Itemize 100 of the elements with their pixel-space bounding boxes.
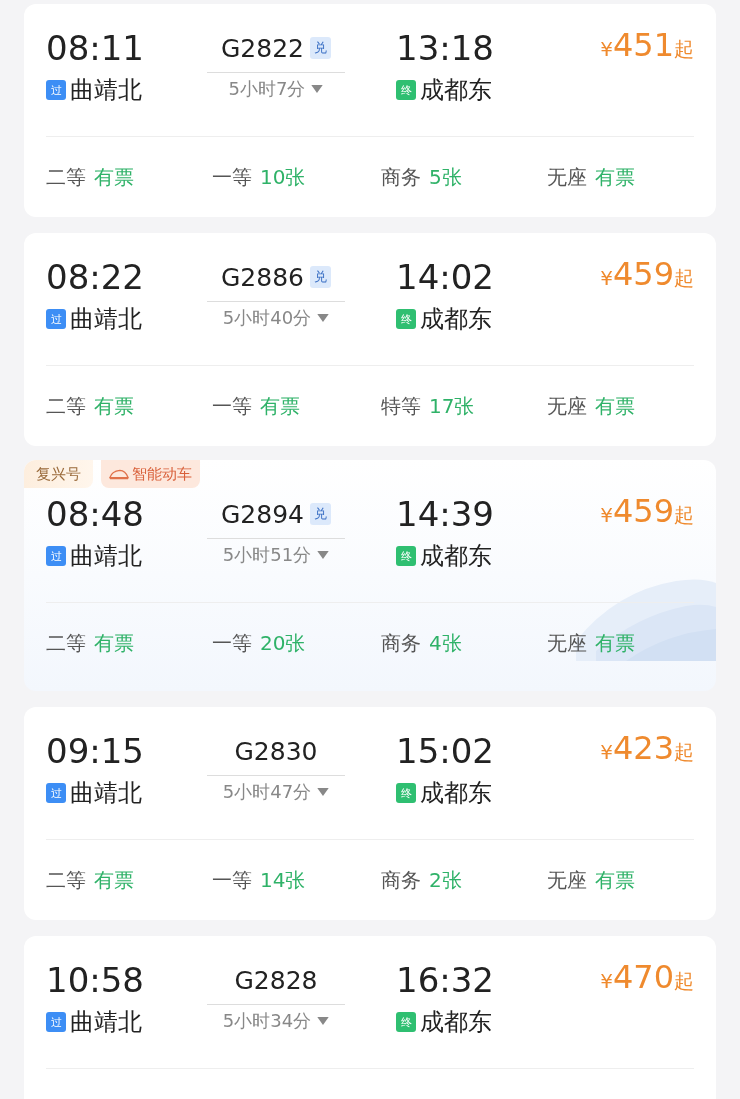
- departure-station: 曲靖北: [70, 75, 142, 106]
- seat-availability: 有票: [595, 163, 635, 191]
- price: 423: [612, 729, 674, 767]
- currency-symbol: ¥: [600, 503, 613, 527]
- arrival-time: 16:32: [396, 959, 495, 1002]
- arrival-station: 成都东: [420, 778, 492, 809]
- price-suffix: 起: [674, 36, 694, 63]
- seat-availability: 14张: [260, 866, 306, 894]
- departure-station: 曲靖北: [70, 304, 142, 335]
- duration-toggle[interactable]: 5小时40分: [222, 306, 330, 330]
- departure-time: 08:11: [46, 27, 145, 70]
- price: 470: [612, 958, 674, 996]
- train-number: G2822: [221, 33, 304, 63]
- seat-class: 商务: [381, 163, 421, 191]
- station-tag: 过: [46, 80, 66, 100]
- arrival-time: 14:02: [396, 256, 495, 299]
- seat-availability: 有票: [94, 629, 134, 657]
- exchange-badge: 兑: [310, 37, 331, 59]
- seat-class: 特等: [381, 392, 421, 420]
- train-card[interactable]: 10:58 过 曲靖北 G2828 5小时34分 16:32 终 成都东 ¥470起: [24, 936, 716, 1099]
- seat-availability: 有票: [595, 866, 635, 894]
- train-tag: 智能动车: [101, 460, 200, 488]
- arrival-time: 13:18: [396, 27, 495, 70]
- seat-class: 二等: [46, 163, 86, 191]
- seat-availability: 有票: [94, 866, 134, 894]
- exchange-badge: 兑: [310, 266, 331, 288]
- price-suffix: 起: [674, 739, 694, 766]
- train-card[interactable]: 08:22 过 曲靖北 G2886 兑 5小时40分 14:02 终 成都东 ¥459起 二等 有票 一等 有票 特等 17张 无座 有票: [24, 233, 716, 446]
- arrival-station: 成都东: [420, 1007, 492, 1038]
- seat-class: 商务: [381, 629, 421, 657]
- seat-class: 商务: [381, 866, 421, 894]
- price-suffix: 起: [674, 265, 694, 292]
- station-tag: 终: [396, 80, 416, 100]
- departure-time: 10:58: [46, 959, 145, 1002]
- arrival-station: 成都东: [420, 304, 492, 335]
- seat-class: 二等: [46, 629, 86, 657]
- train-number: G2828: [234, 965, 318, 995]
- arrival-time: 14:39: [396, 493, 495, 536]
- duration-toggle[interactable]: 5小时34分: [222, 1009, 330, 1033]
- departure-time: 08:48: [46, 493, 145, 536]
- station-tag: 终: [396, 309, 416, 329]
- seat-availability: 10张: [260, 163, 306, 191]
- train-card[interactable]: 复兴号 智能动车 08:48 过 曲靖北 G2894 兑 5小时51分 14:39 终 成都东 ¥459起 二等 有票 一等 20张 商务 4张 无座 有票: [24, 460, 716, 691]
- station-tag: 过: [46, 309, 66, 329]
- seat-availability: 2张: [429, 866, 462, 894]
- train-icon: [109, 468, 129, 480]
- seat-availability: 有票: [595, 629, 635, 657]
- seat-class: 无座: [547, 163, 587, 191]
- currency-symbol: ¥: [600, 969, 613, 993]
- seat-availability: 有票: [94, 163, 134, 191]
- train-card[interactable]: 09:15 过 曲靖北 G2830 5小时47分 15:02 终 成都东 ¥423起 二等 有票 一等 14张 商务 2张 无座 有票: [24, 707, 716, 920]
- station-tag: 过: [46, 783, 66, 803]
- duration-toggle[interactable]: 5小时7分: [228, 77, 324, 101]
- caret-icon: [317, 314, 330, 322]
- seat-class: 二等: [46, 392, 86, 420]
- price: 459: [612, 255, 674, 293]
- station-tag: 终: [396, 546, 416, 566]
- train-card[interactable]: 08:11 过 曲靖北 G2822 兑 5小时7分 13:18 终 成都东 ¥451起 二等 有票 一等 10张 商务 5张 无座 有票: [24, 4, 716, 217]
- seat-availability: 20张: [260, 629, 306, 657]
- arrival-station: 成都东: [420, 75, 492, 106]
- departure-time: 08:22: [46, 256, 145, 299]
- arrival-time: 15:02: [396, 730, 495, 773]
- seat-availability: 有票: [595, 392, 635, 420]
- caret-icon: [317, 788, 330, 796]
- price: 451: [612, 26, 674, 64]
- seat-availability: 4张: [429, 629, 462, 657]
- train-number: G2830: [234, 736, 318, 766]
- train-tag: 复兴号: [24, 460, 93, 488]
- seat-class: 二等: [46, 866, 86, 894]
- caret-icon: [317, 551, 330, 559]
- station-tag: 过: [46, 546, 66, 566]
- arrival-station: 成都东: [420, 541, 492, 572]
- seat-availability: 有票: [94, 392, 134, 420]
- seat-class: 一等: [212, 392, 252, 420]
- train-number: G2894: [221, 499, 304, 529]
- station-tag: 终: [396, 1012, 416, 1032]
- seat-class: 无座: [547, 866, 587, 894]
- seat-class: 无座: [547, 629, 587, 657]
- currency-symbol: ¥: [600, 266, 613, 290]
- seat-class: 一等: [212, 629, 252, 657]
- seat-class: 一等: [212, 866, 252, 894]
- seat-availability: 5张: [429, 163, 462, 191]
- departure-station: 曲靖北: [70, 541, 142, 572]
- price: 459: [612, 492, 674, 530]
- departure-time: 09:15: [46, 730, 145, 773]
- duration-toggle[interactable]: 5小时47分: [222, 780, 330, 804]
- currency-symbol: ¥: [600, 740, 613, 764]
- train-number: G2886: [221, 262, 304, 292]
- seat-class: 无座: [547, 392, 587, 420]
- station-tag: 终: [396, 783, 416, 803]
- departure-station: 曲靖北: [70, 778, 142, 809]
- exchange-badge: 兑: [310, 503, 331, 525]
- caret-icon: [311, 85, 324, 93]
- seat-availability: 有票: [260, 392, 300, 420]
- station-tag: 过: [46, 1012, 66, 1032]
- price-suffix: 起: [674, 502, 694, 529]
- departure-station: 曲靖北: [70, 1007, 142, 1038]
- seat-class: 一等: [212, 163, 252, 191]
- currency-symbol: ¥: [600, 37, 613, 61]
- price-suffix: 起: [674, 968, 694, 995]
